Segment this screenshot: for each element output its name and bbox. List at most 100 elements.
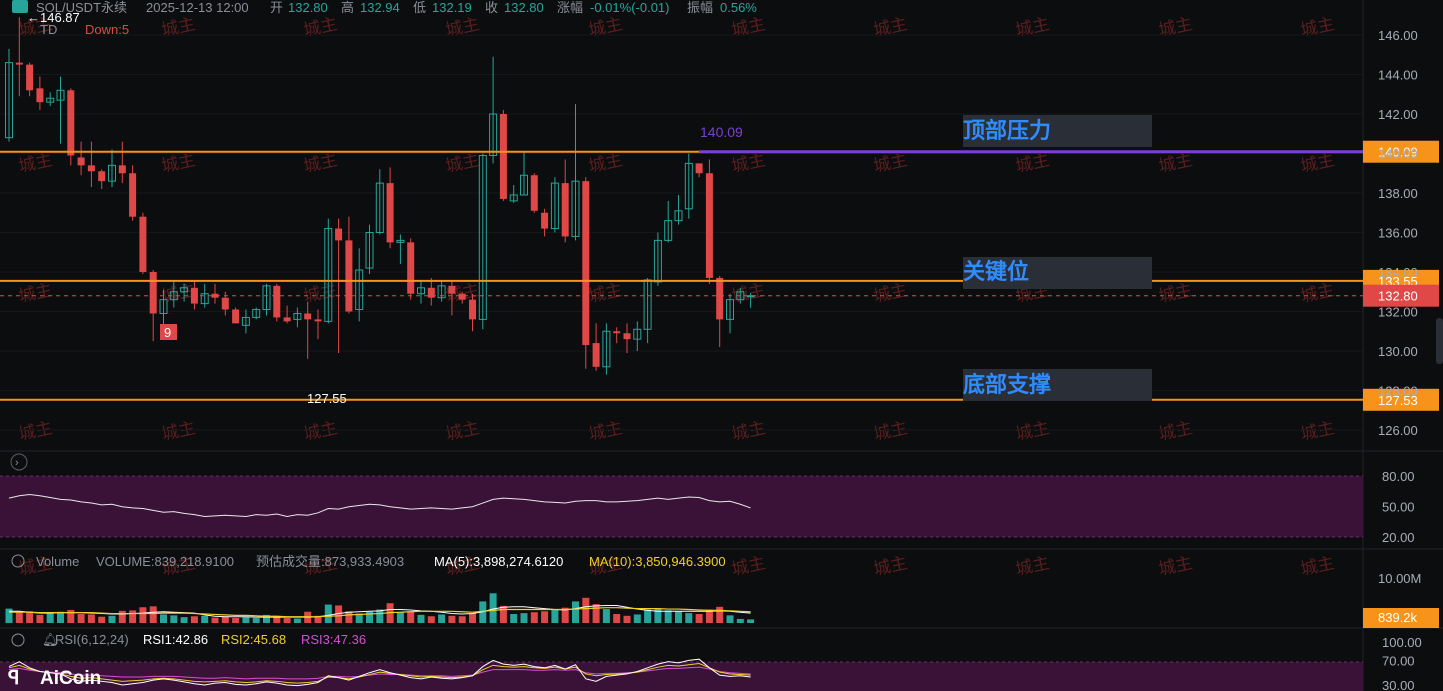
indicator-tick-label: 80.00 <box>1382 469 1415 484</box>
watermark-text: 城主 <box>1157 418 1194 444</box>
aicoin-logo-icon: ꟼ <box>8 668 19 689</box>
price-tick-label: 126.00 <box>1378 423 1418 438</box>
price-tick-label: 130.00 <box>1378 344 1418 359</box>
price-tick-label: 146.00 <box>1378 28 1418 43</box>
level-lines: 140.09133.55127.53132.80 <box>0 140 1439 411</box>
watermark-text: 城主 <box>872 418 909 444</box>
watermark-text: 城主 <box>730 280 767 306</box>
volume-bar <box>118 610 126 623</box>
watermark-text: 城主 <box>587 150 624 176</box>
candle-body <box>582 181 590 346</box>
watermark-text: 城主 <box>872 280 909 306</box>
volume-bar <box>541 611 549 623</box>
candle-series <box>5 17 755 375</box>
volume-bar <box>190 616 198 623</box>
amp-label: 振幅 <box>687 0 713 15</box>
open-label: 开 <box>270 0 283 15</box>
watermark-text: 城主 <box>730 14 767 40</box>
grid-lines <box>0 0 1443 691</box>
volume-bar <box>293 618 301 623</box>
volume-bar <box>664 610 672 623</box>
candle-body <box>98 171 106 182</box>
close-value: 132.80 <box>504 0 544 15</box>
watermark-text: 城主 <box>587 14 624 40</box>
price-tick-label: 134.00 <box>1378 265 1418 280</box>
volume-bar <box>438 614 446 623</box>
candle-body <box>67 90 75 156</box>
bottom-level-label: 底部支撑 <box>963 372 1051 397</box>
volume-bar <box>160 614 167 623</box>
volume-label[interactable]: Volume <box>36 554 79 569</box>
candle-body <box>716 277 724 320</box>
watermark-text: 城主 <box>1299 280 1336 306</box>
volume-bar <box>685 613 693 623</box>
rsi-tick-label: 30.00 <box>1382 678 1415 691</box>
watermark-text: 城主 <box>1157 14 1194 40</box>
price-tick-label: 138.00 <box>1378 186 1418 201</box>
volume-bar <box>129 610 137 623</box>
candle-body <box>304 313 312 320</box>
change-label: 涨幅 <box>557 0 583 15</box>
watermark-text: 城主 <box>17 280 54 306</box>
top-level-label: 顶部压力 <box>963 118 1051 143</box>
volume-bar <box>726 615 734 623</box>
rsi3-value: RSI3:47.36 <box>301 632 366 647</box>
volume-bar <box>201 615 209 623</box>
indicator-band <box>0 476 1363 537</box>
change-value: -0.01%(-0.01) <box>590 0 669 15</box>
candle-body <box>283 317 291 322</box>
candle-body <box>87 165 95 172</box>
candle-body <box>448 285 456 294</box>
volume-bar <box>46 613 54 623</box>
candle-body <box>345 240 353 312</box>
volume-bar <box>572 601 579 623</box>
rsi-tick-label: 70.00 <box>1382 653 1415 668</box>
volume-bar <box>15 612 23 623</box>
high-value: 132.94 <box>360 0 400 15</box>
volume-bar <box>520 613 528 623</box>
price-tick-label: 144.00 <box>1378 68 1418 83</box>
rsi2-value: RSI2:45.68 <box>221 632 286 647</box>
datetime-label: 2025-12-13 12:00 <box>146 0 249 15</box>
high-label: 高 <box>341 0 354 15</box>
indicator-panel: 80.00 50.00 20.00 <box>0 469 1415 545</box>
watermark-text: 城主 <box>160 14 197 40</box>
candle-body <box>129 173 137 217</box>
amp-value: 0.56% <box>720 0 757 15</box>
td-count-label: 9 <box>164 325 171 340</box>
rsi-label[interactable]: RSI(6,12,24) <box>55 632 129 647</box>
price-tick-label: 128.00 <box>1378 384 1418 399</box>
close-label: 收 <box>485 0 498 15</box>
side-panel-toggle[interactable] <box>1436 318 1443 364</box>
chart-canvas: 城主 城主 城主 城主 城主 城主 城主 城主 城主 城主城主 城主 城主 城主 城主 城主 城主 城主 城主 城主… <box>0 0 1443 691</box>
volume-bar <box>252 618 260 623</box>
volume-bar <box>458 616 466 623</box>
candle-body <box>36 88 44 103</box>
aicoin-logo-text: AiCoin <box>40 668 101 689</box>
watermark-text: 城主 <box>1299 553 1336 579</box>
watermark-text: 城主 <box>1299 150 1336 176</box>
candle-body <box>623 333 631 340</box>
candle-body <box>273 285 281 318</box>
rsi-header: 🔔︎ RSI(6,12,24) RSI1:42.86 RSI2:45.68 RS… <box>11 632 366 647</box>
rsi-settings-icon[interactable] <box>11 633 25 647</box>
volume-bar <box>469 613 476 623</box>
price-tick-label: 140.00 <box>1378 147 1418 162</box>
volume-header: Volume VOLUME:839,218.9100 预估成交量:873,933… <box>11 554 726 569</box>
candle-body <box>499 114 507 199</box>
volume-bar <box>623 615 631 623</box>
volume-bar <box>407 611 415 623</box>
watermark-text: 城主 <box>1299 14 1336 40</box>
candle-body <box>613 331 621 334</box>
volume-bar <box>602 609 610 623</box>
volume-bar <box>499 605 507 623</box>
watermark-text: 城主 <box>444 418 481 444</box>
td-label[interactable]: TD <box>40 22 57 37</box>
panel-collapse-icon[interactable] <box>10 453 28 471</box>
volume-value: VOLUME:839,218.9100 <box>96 554 234 569</box>
volume-bar <box>98 616 106 623</box>
watermark-text: 城主 <box>1157 150 1194 176</box>
candle-body <box>314 319 322 322</box>
watermark-text: 城主 <box>444 14 481 40</box>
volume-bar <box>283 618 291 623</box>
